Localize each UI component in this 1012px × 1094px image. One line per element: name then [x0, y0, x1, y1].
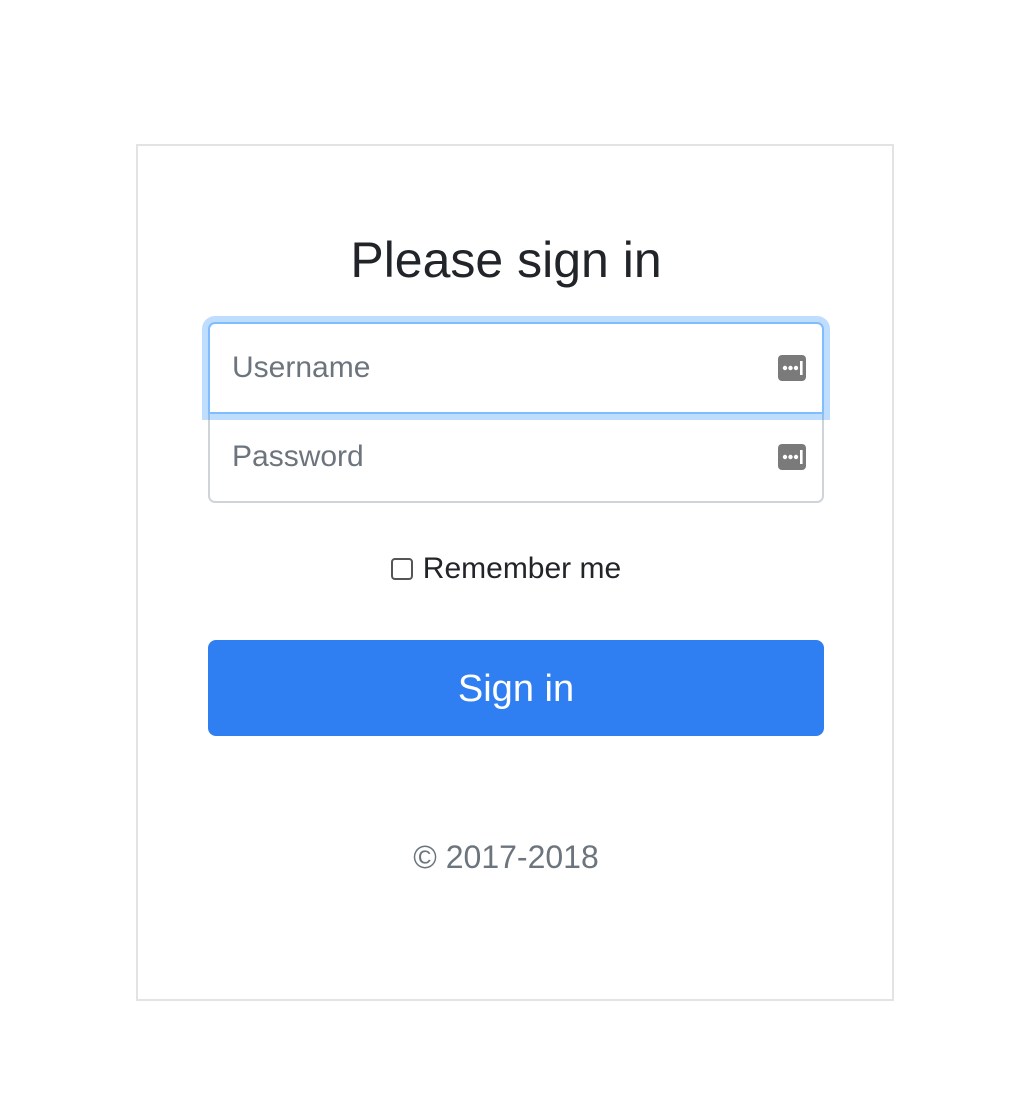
username-field[interactable]	[208, 322, 824, 414]
password-manager-icon[interactable]	[778, 443, 806, 470]
password-field[interactable]	[208, 412, 824, 503]
password-input[interactable]	[210, 412, 822, 501]
remember-me-label[interactable]: Remember me	[423, 548, 621, 590]
remember-me-checkbox[interactable]	[390, 558, 413, 580]
username-input[interactable]	[210, 324, 822, 412]
sign-in-button[interactable]: Sign in	[208, 640, 824, 736]
copyright-text: © 2017-2018	[413, 839, 599, 875]
page-title: Please sign in	[350, 232, 662, 288]
password-manager-icon[interactable]	[778, 355, 806, 381]
remember-me-control[interactable]: Remember me	[390, 548, 621, 590]
remember-me-row: Remember me	[0, 548, 1012, 592]
